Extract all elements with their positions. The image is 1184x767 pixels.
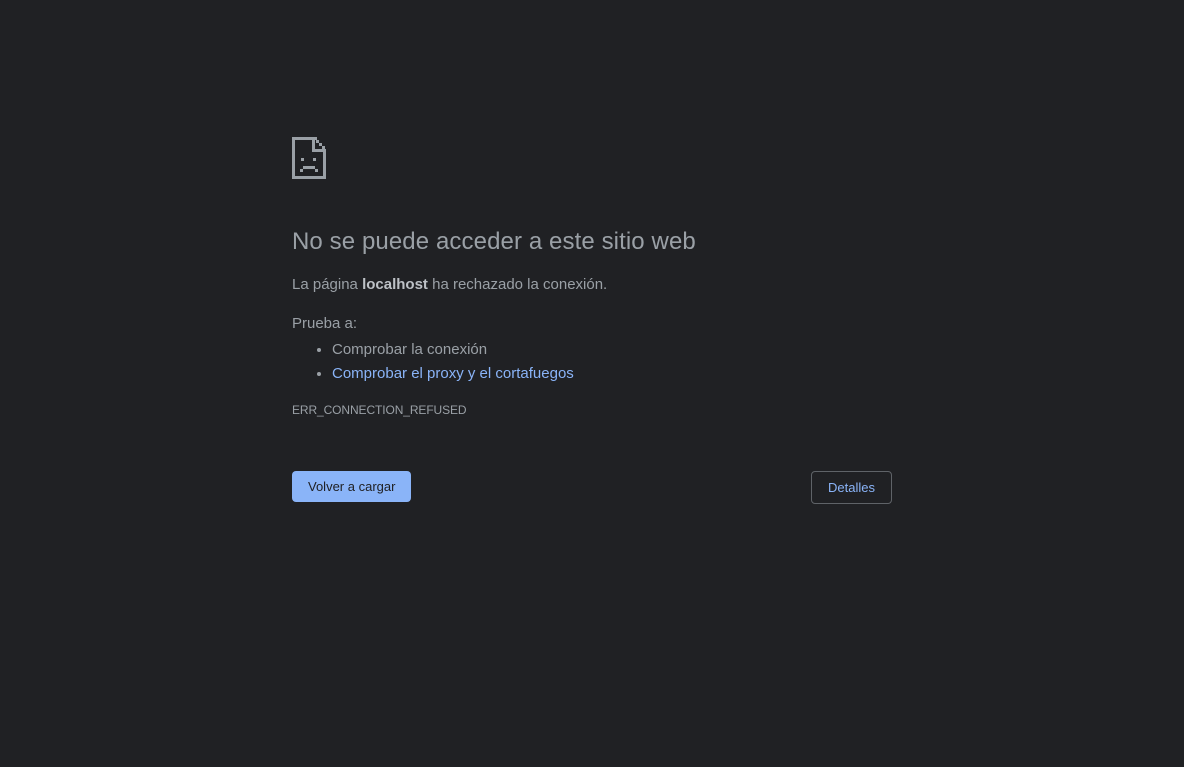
error-heading: No se puede acceder a este sitio web: [292, 228, 696, 255]
suggestions-label: Prueba a:: [292, 315, 358, 332]
error-code: ERR_CONNECTION_REFUSED: [292, 403, 467, 417]
error-summary: La página localhost ha rechazado la cone…: [292, 275, 892, 295]
button-row: Volver a cargar Detalles: [292, 471, 892, 505]
suggestion-check-connection: Comprobar la conexión: [332, 338, 892, 362]
suggestion-check-proxy-item: Comprobar el proxy y el cortafuegos: [332, 362, 892, 386]
error-page: No se puede acceder a este sitio web La …: [292, 137, 892, 505]
summary-host: localhost: [362, 276, 428, 293]
summary-prefix: La página: [292, 276, 363, 293]
reload-button[interactable]: Volver a cargar: [292, 471, 412, 502]
details-button[interactable]: Detalles: [811, 471, 892, 504]
sad-document-icon: [292, 137, 326, 179]
suggestions-list: Comprobar la conexión Comprobar el proxy…: [292, 338, 892, 386]
check-proxy-link[interactable]: Comprobar el proxy y el cortafuegos: [332, 365, 574, 382]
summary-suffix: ha rechazado la conexión.: [427, 276, 608, 293]
